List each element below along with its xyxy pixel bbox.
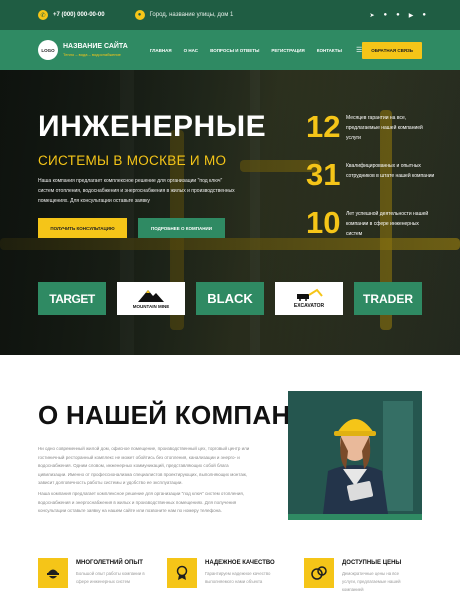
feature-title: НАДЕЖНОЕ КАЧЕСТВО bbox=[205, 560, 275, 566]
brand: НАЗВАНИЕ САЙТА Тепло – вода – водоснабже… bbox=[63, 43, 128, 57]
phone-icon: ✆ bbox=[38, 10, 48, 20]
feature-description: Большой опыт работы компании в сфере инж… bbox=[76, 571, 145, 584]
stat-years: 10 Лет успешной деятельности нашей компа… bbox=[306, 205, 436, 240]
partner-logo-target[interactable]: TARGET bbox=[38, 282, 106, 315]
menu-item-registration[interactable]: РЕГИСТРАЦИЯ bbox=[271, 48, 304, 53]
feature-title: ДОСТУПНЫЕ ЦЕНЫ bbox=[342, 560, 402, 566]
stat-number: 10 bbox=[306, 205, 341, 240]
twitter-icon[interactable]: ● bbox=[396, 12, 400, 19]
stat-warranty: 12 Месяцев гарантии на все, предлагаемые… bbox=[306, 109, 436, 144]
partner-name: TRADER bbox=[363, 291, 413, 306]
feature-quality: НАДЕЖНОЕ КАЧЕСТВО Гарантируем надежное к… bbox=[167, 558, 277, 588]
engineer-icon bbox=[38, 558, 68, 588]
partner-name: TARGET bbox=[49, 291, 95, 306]
partner-logo-excavator[interactable]: EXCAVATOR bbox=[275, 282, 343, 315]
menu-item-about[interactable]: О НАС bbox=[184, 48, 198, 53]
phone-number[interactable]: +7 (000) 000-00-00 bbox=[53, 12, 105, 18]
social-links: ➤ ● ● ▶ ● bbox=[369, 12, 426, 19]
coins-icon bbox=[304, 558, 334, 588]
stat-text: Лет успешной деятельности нашей компании… bbox=[346, 211, 429, 237]
feature-experience: МНОГОЛЕТНИЙ ОПЫТ Большой опыт работы ком… bbox=[38, 558, 148, 588]
partner-name: EXCAVATOR bbox=[293, 303, 325, 309]
address: Город, название улицы, дом 1 bbox=[149, 12, 234, 18]
whatsapp-icon[interactable]: ● bbox=[422, 12, 426, 19]
hero-section: ИНЖЕНЕРНЫЕ СИСТЕМЫ В МОСКВЕ И МО Наша ко… bbox=[0, 70, 460, 355]
excavator-icon bbox=[297, 288, 323, 301]
stat-number: 31 bbox=[306, 157, 341, 192]
partner-logos: TARGET MOUNTAIN MINE BLACK EXCAVATOR TRA… bbox=[38, 282, 422, 315]
partner-name: BLACK bbox=[207, 291, 253, 306]
feature-prices: ДОСТУПНЫЕ ЦЕНЫ Демократичные цены на все… bbox=[304, 558, 414, 594]
engineer-photo bbox=[288, 391, 422, 520]
top-bar: ✆ +7 (000) 000-00-00 ● Город, название у… bbox=[0, 0, 460, 30]
about-paragraph: Ни одно современный жилой дом, офисное п… bbox=[38, 446, 250, 485]
stat-number: 12 bbox=[306, 109, 341, 144]
stat-staff: 31 Квалифицированных и опытных сотрудник… bbox=[306, 157, 436, 192]
partner-name: MOUNTAIN MINE bbox=[132, 304, 170, 309]
stat-text: Месяцев гарантии на все, предлагаемые на… bbox=[346, 115, 423, 141]
feedback-button[interactable]: ОБРАТНАЯ СВЯЗЬ bbox=[362, 41, 422, 59]
youtube-icon[interactable]: ▶ bbox=[409, 12, 414, 19]
about-section-title: О НАШЕЙ КОМПАНИИ bbox=[38, 400, 329, 430]
award-icon bbox=[167, 558, 197, 588]
main-header: LOGO НАЗВАНИЕ САЙТА Тепло – вода – водос… bbox=[0, 30, 460, 70]
feature-title: МНОГОЛЕТНИЙ ОПЫТ bbox=[76, 560, 143, 566]
feature-description: Гарантируем надежное качество выполняемо… bbox=[205, 571, 271, 584]
about-company-button[interactable]: ПОДРОБНЕЕ О КОМПАНИИ bbox=[138, 218, 225, 238]
menu-item-contacts[interactable]: КОНТАКТЫ bbox=[317, 48, 342, 53]
mountain-icon bbox=[138, 290, 164, 302]
partner-logo-trader[interactable]: TRADER bbox=[354, 282, 422, 315]
hero-title: ИНЖЕНЕРНЫЕ bbox=[38, 110, 267, 143]
hero-subtitle: СИСТЕМЫ В МОСКВЕ И МО bbox=[38, 153, 227, 168]
partner-logo-mountain-mine[interactable]: MOUNTAIN MINE bbox=[117, 282, 185, 315]
main-menu: ГЛАВНАЯ О НАС ВОПРОСЫ И ОТВЕТЫ РЕГИСТРАЦ… bbox=[150, 48, 342, 53]
partner-logo-black[interactable]: BLACK bbox=[196, 282, 264, 315]
brand-tagline: Тепло – вода – водоснабжение bbox=[63, 52, 121, 57]
menu-item-faq[interactable]: ВОПРОСЫ И ОТВЕТЫ bbox=[210, 48, 259, 53]
site-logo[interactable]: LOGO bbox=[38, 40, 58, 60]
menu-item-home[interactable]: ГЛАВНАЯ bbox=[150, 48, 172, 53]
brand-name[interactable]: НАЗВАНИЕ САЙТА bbox=[63, 43, 128, 50]
stat-text: Квалифицированных и опытных сотрудников … bbox=[346, 163, 435, 179]
telegram-icon[interactable]: ➤ bbox=[369, 12, 374, 19]
feature-description: Демократичные цены на все услуги, предла… bbox=[342, 571, 401, 592]
hero-description: Наша компания предлагает комплексное реш… bbox=[38, 178, 235, 204]
consultation-button[interactable]: ПОЛУЧИТЬ КОНСУЛЬТАЦИЮ bbox=[38, 218, 127, 238]
location-pin-icon: ● bbox=[134, 10, 145, 20]
vk-icon[interactable]: ● bbox=[384, 12, 388, 19]
about-paragraph: Наша компания предлагает комплексное реш… bbox=[38, 491, 245, 513]
engineer-illustration bbox=[288, 391, 422, 514]
